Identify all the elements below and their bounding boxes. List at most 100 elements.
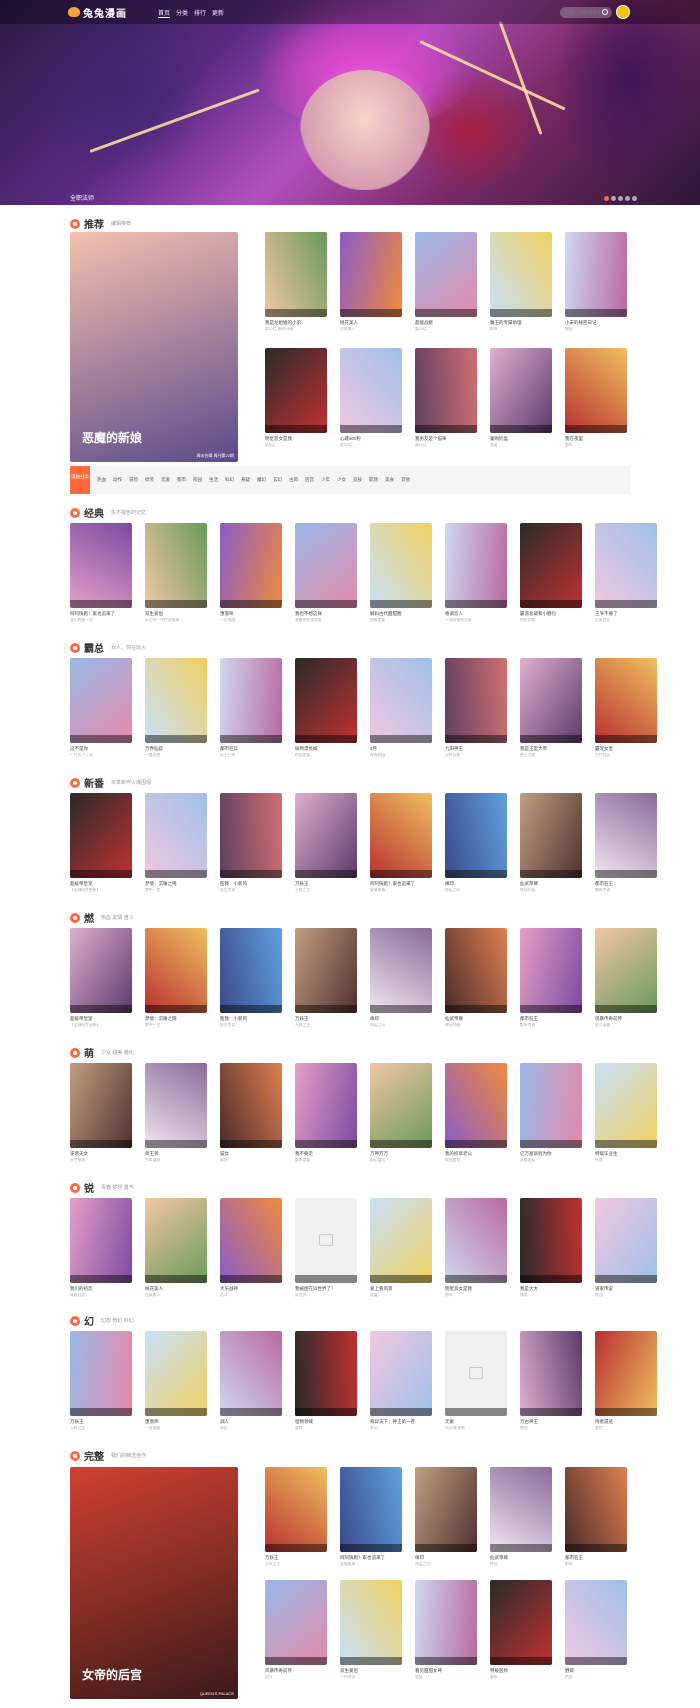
comic-title[interactable]: 看见甜甜女神 [415,1668,477,1674]
carousel-dot[interactable] [604,196,609,201]
comic-title[interactable]: 我被困在异世界了！ [295,1286,357,1292]
section-title[interactable]: 锐 [84,1180,94,1195]
comic-card[interactable]: 格调恋人 一场奇怪的交易 [445,523,507,623]
comic-card[interactable]: 我是大大 搞笑 [520,1198,582,1298]
comic-title[interactable]: 爱上看风景 [370,1286,432,1292]
comic-card[interactable]: 道家传说 修仙 [595,1198,657,1298]
comic-cover[interactable] [520,928,582,1013]
genre-item[interactable]: 冒险 [129,477,138,483]
comic-title[interactable]: 小宋的秘密日记 [565,320,627,326]
comic-card[interactable]: 野郎 热血 [565,1580,627,1680]
comic-title[interactable]: 都市狂王 [565,1555,627,1561]
genre-item[interactable]: 热血 [97,477,106,483]
genre-item[interactable]: 恋爱 [161,477,170,483]
comic-card[interactable]: 仙武帝尊 修仙升级 [520,793,582,893]
comic-title[interactable]: 都市狂王 [520,1016,582,1022]
comic-card[interactable]: 我也不想这样 我被困在游戏里 [295,523,357,623]
comic-cover[interactable] [445,658,507,743]
comic-cover[interactable] [145,523,207,608]
comic-cover[interactable] [145,928,207,1013]
comic-card[interactable]: 超级帝皇宠 【全球同步更新】 [70,928,132,1028]
comic-cover[interactable] [220,793,282,878]
comic-cover[interactable] [445,523,507,608]
comic-cover[interactable] [265,348,327,433]
comic-cover[interactable] [370,1063,432,1148]
comic-card[interactable]: 梦境：沉睡之殇 梦中一世 [145,928,207,1028]
comic-title[interactable]: 桃花美人 [145,1286,207,1292]
comic-card[interactable]: 明星恶女是我 都市 [445,1198,507,1298]
comic-title[interactable]: 我是王室大帝 [520,746,582,752]
comic-title[interactable]: 我男友是个猫咪 [415,436,477,442]
comic-card[interactable]: 霸道总裁和小糖包 你好总裁 [520,523,582,623]
comic-card[interactable]: 猫女 萌系 [220,1063,282,1163]
comic-cover[interactable] [220,1063,282,1148]
comic-cover[interactable] [445,1063,507,1148]
comic-card[interactable]: 逆袭天女 天生丽质 [70,1063,132,1163]
comic-title[interactable]: 万妖王 [295,881,357,887]
comic-cover[interactable] [565,1580,627,1665]
comic-card[interactable]: 霸宠女皇 古代宫廷 [595,658,657,758]
comic-cover[interactable] [220,523,282,608]
comic-cover[interactable] [220,928,282,1013]
comic-cover[interactable] [565,232,627,317]
genre-item[interactable]: 竞技 [353,477,362,483]
comic-card[interactable]: 我不要走 都市恋爱 [295,1063,357,1163]
comic-cover[interactable] [340,232,402,317]
comic-card[interactable]: 超能战姬 第10话 [415,232,477,332]
comic-card[interactable]: 堕落师 一念成魔 [145,1331,207,1431]
comic-cover[interactable] [220,658,282,743]
section-title[interactable]: 萌 [84,1045,94,1060]
search-icon[interactable] [602,9,608,15]
comic-title[interactable]: 阿阿快跑！家也追来了 [370,881,432,887]
comic-cover[interactable] [595,1331,657,1416]
comic-title[interactable]: 明星恶女是我 [445,1286,507,1292]
comic-cover[interactable] [415,232,477,317]
comic-title[interactable]: 亿万富翁别为你 [520,1151,582,1157]
comic-cover[interactable] [520,523,582,608]
comic-cover[interactable] [445,793,507,878]
comic-card[interactable]: 风暴传奇前传 战斗 [265,1580,327,1680]
comic-title[interactable]: 堕落师 [145,1419,207,1425]
comic-cover[interactable] [370,523,432,608]
comic-card[interactable]: 万妖王 万妖之主 [295,793,357,893]
comic-card[interactable]: 仙武帝尊 修仙升级 [445,928,507,1028]
comic-title[interactable]: 师王爷 [145,1151,207,1157]
comic-card[interactable]: 亿万富翁别为你 总裁恋爱 [520,1063,582,1163]
genre-item[interactable]: 职场 [369,477,378,483]
comic-card[interactable]: 王爷不要了 古风宫廷 [595,523,657,623]
site-logo[interactable]: 兔兔漫画 [68,5,127,20]
comic-title[interactable]: 梦境：沉睡之殇 [145,1016,207,1022]
comic-cover[interactable] [595,523,657,608]
comic-card[interactable]: 秦吻奶盒 恋爱 [490,348,552,448]
comic-card[interactable]: 元素 2019年更新 [445,1331,507,1431]
comic-title[interactable]: 缘印 [445,881,507,887]
comic-cover[interactable] [145,1198,207,1283]
comic-card[interactable]: 缘印 命运之印 [415,1467,477,1567]
comic-cover[interactable] [220,1331,282,1416]
comic-cover[interactable] [145,1331,207,1416]
comic-cover[interactable] [595,1198,657,1283]
genre-item[interactable]: 都市 [177,477,186,483]
comic-card[interactable]: 仙武帝尊 修仙 [490,1467,552,1567]
featured-comic[interactable]: 女帝的后宫 QUEEN'S PALACE [70,1467,238,1699]
comic-title[interactable]: 万古神王 [520,1419,582,1425]
comic-title[interactable]: 我也不想这样 [295,611,357,617]
comic-card[interactable]: 风暴传奇前传 战斗英雄 [595,928,657,1028]
comic-title[interactable]: 双生爱侣 [145,611,207,617]
nav-updates[interactable]: 更新 [212,8,224,18]
nav-home[interactable]: 首页 [158,8,171,18]
comic-title[interactable]: 霸道总裁和小糖包 [520,611,582,617]
genre-item[interactable]: 悬疑 [241,477,250,483]
comic-cover[interactable] [295,793,357,878]
comic-title[interactable]: 我在夜里 [565,436,627,442]
comic-cover[interactable] [70,523,132,608]
comic-card[interactable]: 特级毕业生 热血 [595,1063,657,1163]
comic-title[interactable]: 霸宠女皇 [595,746,657,752]
comic-cover[interactable] [145,658,207,743]
comic-cover[interactable] [490,348,552,433]
comic-title[interactable]: 格调恋人 [445,611,507,617]
comic-card[interactable]: 万古神王 修仙 [520,1331,582,1431]
comic-title[interactable]: 解码古代甜甜圈 [370,611,432,617]
comic-cover[interactable] [70,928,132,1013]
featured-title[interactable]: 恶魔的新娘 [82,429,142,446]
